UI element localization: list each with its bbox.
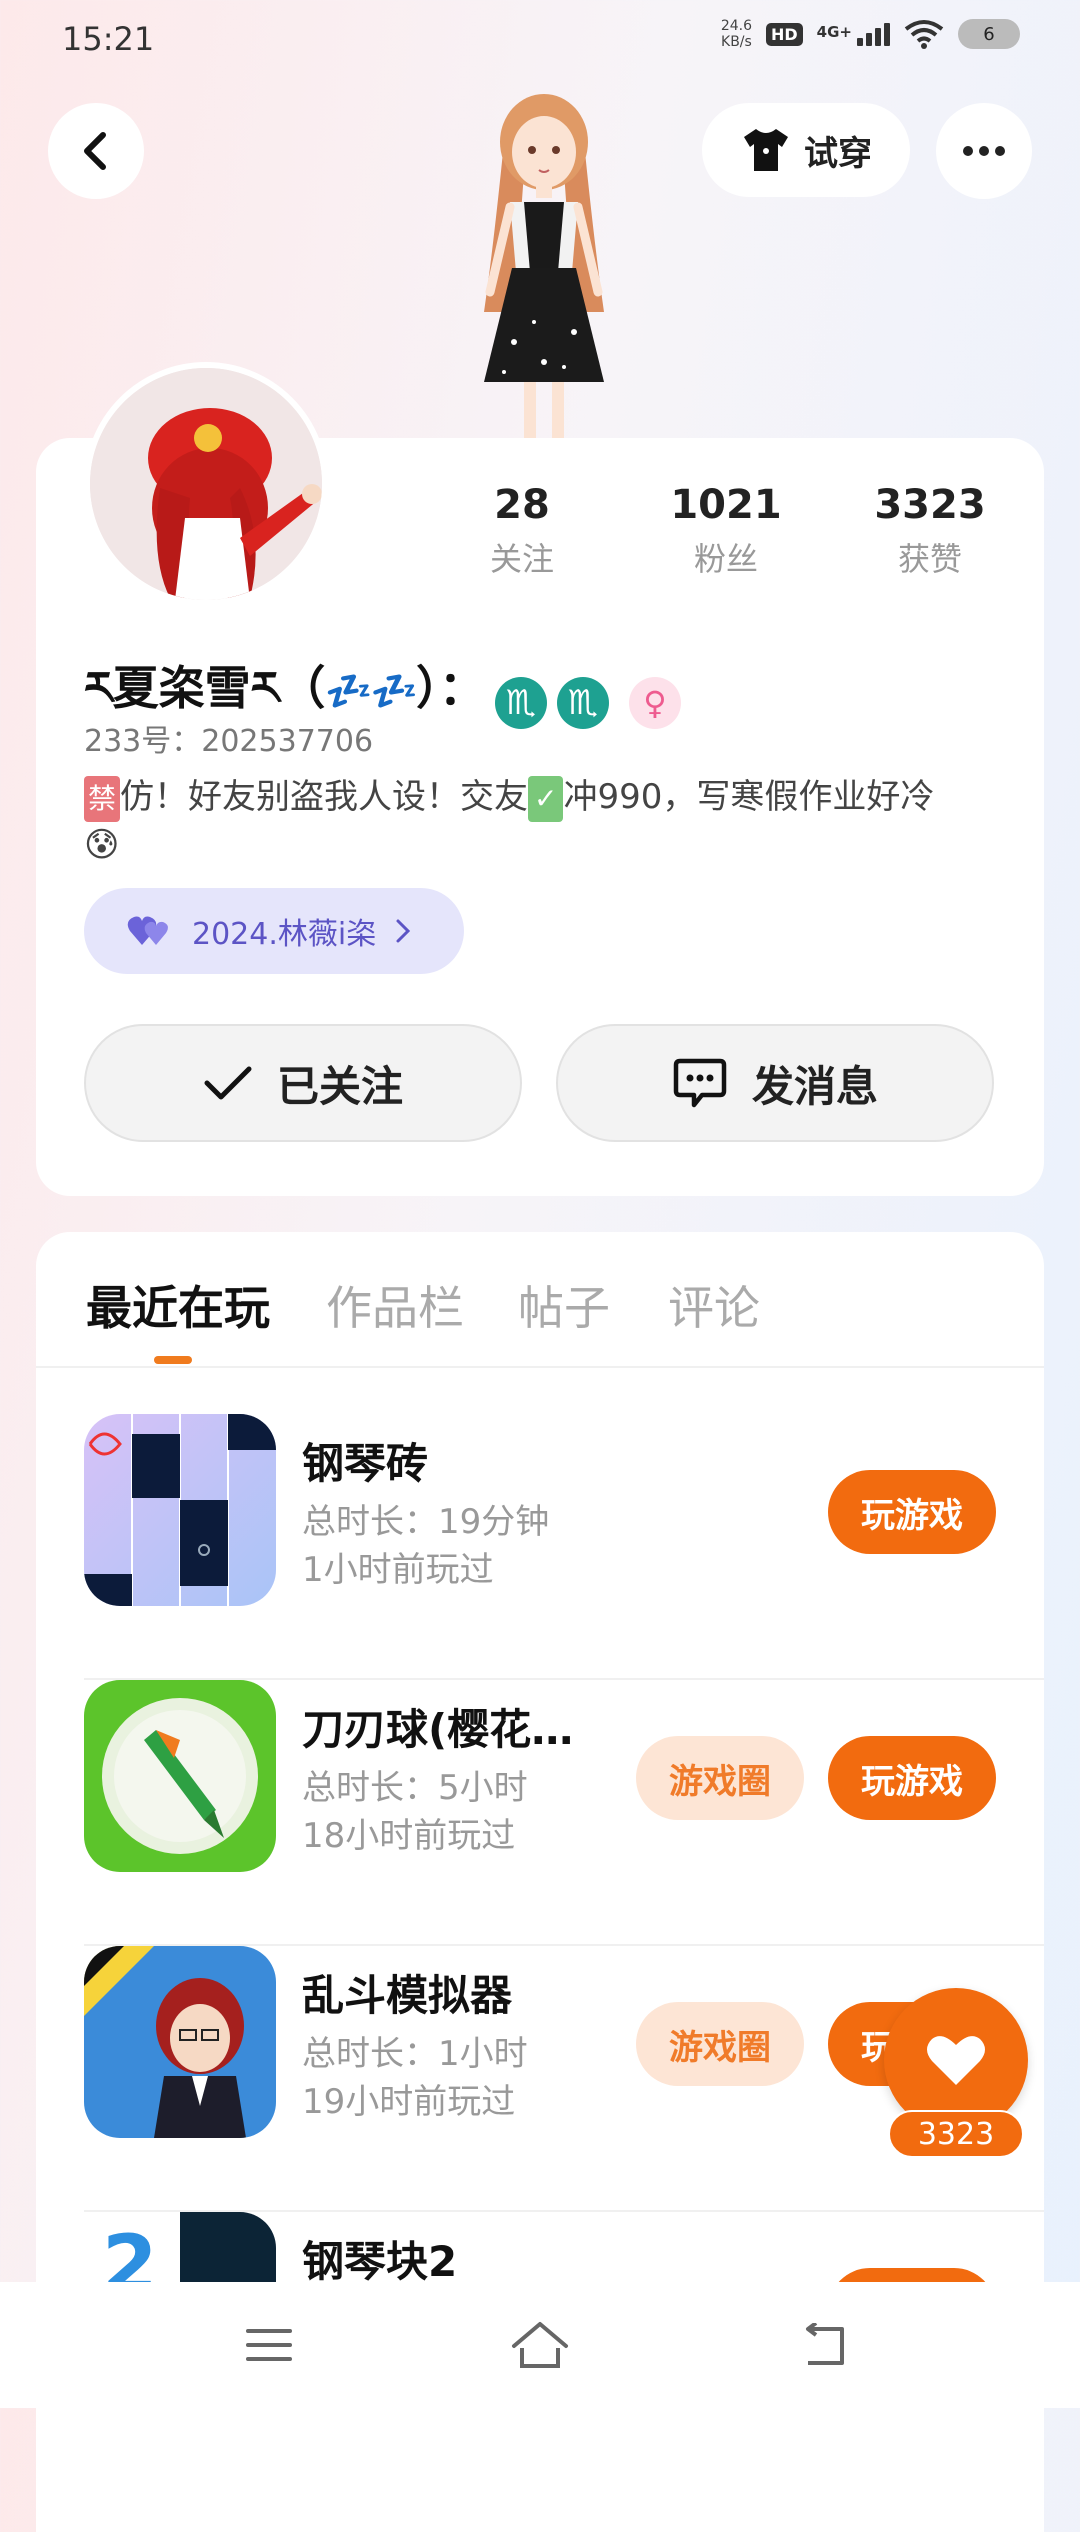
home-icon <box>512 2322 568 2368</box>
game-duration: 总时长：5小时 <box>302 1768 528 1808</box>
avatar-image <box>90 368 322 600</box>
brawl-simulator-icon <box>84 1946 276 2138</box>
game-row[interactable]: 钢琴砖 总时长：19分钟 1小时前玩过 玩游戏 <box>84 1414 1044 1680</box>
status-time: 15:21 <box>62 20 155 58</box>
game-circle-button[interactable]: 游戏圈 <box>636 2002 804 2086</box>
send-message-button[interactable]: 发消息 <box>556 1024 994 1142</box>
wifi-icon <box>904 20 944 49</box>
tab-recently-played[interactable]: 最近在玩 <box>86 1272 270 1338</box>
stat-likes[interactable]: 3323 获赞 <box>840 482 1020 580</box>
tshirt-icon <box>744 129 788 171</box>
tab-divider <box>36 1366 1044 1368</box>
anxious-face-emoji: 😰 <box>84 825 120 865</box>
stat-following[interactable]: 28 关注 <box>432 482 612 580</box>
avatar[interactable] <box>84 362 328 606</box>
back-button[interactable] <box>48 103 144 199</box>
status-bar: 15:21 24.6 KB/s HD 4G+ 6 <box>0 0 1080 80</box>
female-gender-icon: ♀ <box>628 676 681 729</box>
check-mark-icon: ✓ <box>528 776 564 822</box>
scorpio-icon: ♏ <box>494 676 547 729</box>
stat-followers[interactable]: 1021 粉丝 <box>636 482 816 580</box>
game-row[interactable]: 刀刃球(樱花校... 总时长：5小时 18小时前玩过 游戏圈 玩游戏 <box>84 1680 1044 1946</box>
send-message-label: 发消息 <box>751 1061 878 1111</box>
tab-bar: 最近在玩 作品栏 帖子 评论 <box>0 1232 1080 1366</box>
return-icon <box>806 2323 844 2365</box>
check-icon <box>204 1066 252 1100</box>
followed-label: 已关注 <box>276 1061 403 1111</box>
game-duration: 总时长：19分钟 <box>302 1502 550 1542</box>
tab-posts[interactable]: 帖子 <box>518 1272 610 1338</box>
game-last-played: 1小时前玩过 <box>302 1550 494 1590</box>
try-on-button[interactable]: 试穿 <box>702 103 910 197</box>
play-game-button[interactable]: 玩游戏 <box>828 1736 996 1820</box>
character-avatar-image <box>484 94 604 442</box>
followed-button[interactable]: 已关注 <box>84 1024 522 1142</box>
game-circle-button[interactable]: 游戏圈 <box>636 1736 804 1820</box>
menu-icon <box>246 2329 292 2361</box>
zzz-icon: 💤💤 <box>325 669 418 713</box>
system-nav-bar <box>0 2282 1080 2408</box>
user-id: 233号：202537706 <box>84 724 374 759</box>
tab-indicator <box>154 1356 192 1364</box>
back-nav-button[interactable] <box>790 2310 860 2380</box>
game-duration: 总时长：1小时 <box>302 2034 528 2074</box>
blade-ball-icon <box>84 1680 276 1872</box>
menu-button[interactable] <box>234 2310 304 2380</box>
message-bubble-icon <box>673 1058 727 1108</box>
more-button[interactable] <box>936 103 1032 199</box>
hd-icon: HD <box>766 22 803 46</box>
bio: 禁仿！好友别盗我人设！交友 ✓ 冲990，写寒假作业好冷 😰 <box>84 776 935 865</box>
chevron-right-icon <box>396 919 411 943</box>
game-last-played: 18小时前玩过 <box>302 1816 516 1856</box>
piano-tiles-icon <box>84 1414 276 1606</box>
tab-works[interactable]: 作品栏 <box>326 1272 464 1338</box>
chevron-left-icon <box>84 132 106 170</box>
try-on-label: 试穿 <box>804 133 872 174</box>
game-title: 乱斗模拟器 <box>302 1971 513 2020</box>
status-icons: 24.6 KB/s HD 4G+ 6 <box>721 18 1020 50</box>
battery-icon: 6 <box>958 19 1020 49</box>
tab-comments[interactable]: 评论 <box>668 1272 760 1338</box>
double-heart-icon <box>127 916 168 945</box>
more-dots-icon <box>963 146 973 156</box>
scorpio-icon: ♏ <box>556 676 609 729</box>
home-button[interactable] <box>505 2310 575 2380</box>
heart-icon <box>927 2036 985 2085</box>
game-last-played: 19小时前玩过 <box>302 2082 516 2122</box>
badge-label: 2024.林薇i栥 <box>192 917 377 952</box>
game-title: 钢琴砖 <box>302 1439 429 1488</box>
like-count: 3323 <box>888 2110 1024 2158</box>
ban-tag-icon: 禁 <box>84 776 121 822</box>
signal-icon: 4G+ <box>817 22 890 46</box>
badge-chip[interactable]: 2024.林薇i栥 <box>84 888 464 974</box>
game-title: 刀刃球(樱花校... <box>302 1705 602 1754</box>
play-game-button[interactable]: 玩游戏 <box>828 1470 996 1554</box>
game-title: 钢琴块2 <box>302 2237 458 2286</box>
network-speed: 24.6 KB/s <box>720 18 752 50</box>
